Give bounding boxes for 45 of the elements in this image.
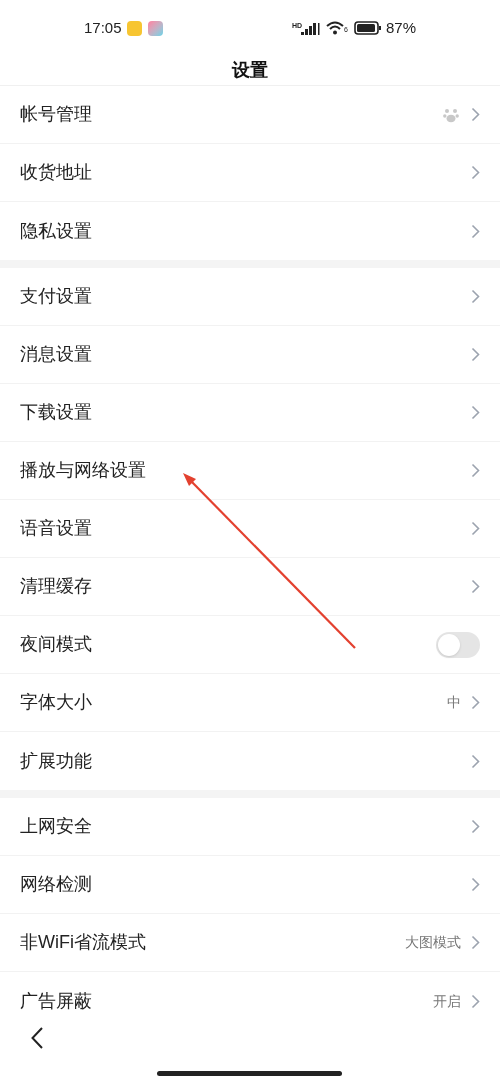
chevron-right-icon bbox=[471, 289, 480, 304]
row-label: 帐号管理 bbox=[20, 103, 93, 126]
row-value: 大图模式 bbox=[405, 933, 461, 952]
row-label: 收货地址 bbox=[20, 161, 93, 184]
row-value: 中 bbox=[447, 693, 461, 712]
chevron-right-icon bbox=[471, 463, 480, 478]
row-label: 上网安全 bbox=[20, 815, 93, 838]
row-label: 隐私设置 bbox=[20, 219, 93, 243]
battery-icon bbox=[353, 21, 382, 35]
chevron-right-icon bbox=[471, 165, 480, 180]
chevron-right-icon bbox=[471, 695, 480, 710]
battery-percent: 87% bbox=[385, 17, 416, 38]
signal-icon bbox=[301, 21, 322, 35]
chevron-right-icon bbox=[471, 935, 480, 950]
wifi-icon bbox=[326, 21, 345, 35]
app-icon bbox=[147, 20, 163, 36]
row-label: 广告屏蔽 bbox=[20, 989, 93, 1013]
row-label: 非WiFi省流模式 bbox=[20, 931, 147, 954]
row-label: 字体大小 bbox=[20, 691, 93, 714]
status-time: 17:05 bbox=[84, 17, 122, 38]
page-title: 设置 bbox=[232, 59, 268, 82]
row-label: 语音设置 bbox=[20, 517, 93, 540]
back-icon bbox=[31, 1027, 43, 1049]
row-label: 夜间模式 bbox=[20, 633, 93, 656]
app-icon bbox=[126, 20, 142, 36]
row-label: 网络检测 bbox=[20, 873, 93, 896]
row-label: 下载设置 bbox=[20, 401, 93, 424]
home-indicator[interactable] bbox=[157, 1071, 342, 1076]
chevron-right-icon bbox=[471, 753, 480, 769]
row-label: 支付设置 bbox=[20, 285, 93, 308]
chevron-right-icon bbox=[471, 993, 480, 1009]
row-label: 播放与网络设置 bbox=[20, 459, 147, 482]
chevron-right-icon bbox=[471, 405, 480, 420]
row-label: 扩展功能 bbox=[20, 749, 93, 773]
toggle-switch[interactable] bbox=[436, 631, 480, 658]
chevron-right-icon bbox=[471, 107, 480, 122]
chevron-right-icon bbox=[471, 521, 480, 536]
row-value: 开启 bbox=[433, 991, 461, 1011]
chevron-right-icon bbox=[471, 347, 480, 362]
row-label: 消息设置 bbox=[20, 343, 93, 366]
chevron-right-icon bbox=[471, 819, 480, 834]
chevron-right-icon bbox=[471, 877, 480, 892]
chevron-right-icon bbox=[471, 579, 480, 594]
row-label: 清理缓存 bbox=[20, 575, 93, 598]
chevron-right-icon bbox=[471, 223, 480, 239]
